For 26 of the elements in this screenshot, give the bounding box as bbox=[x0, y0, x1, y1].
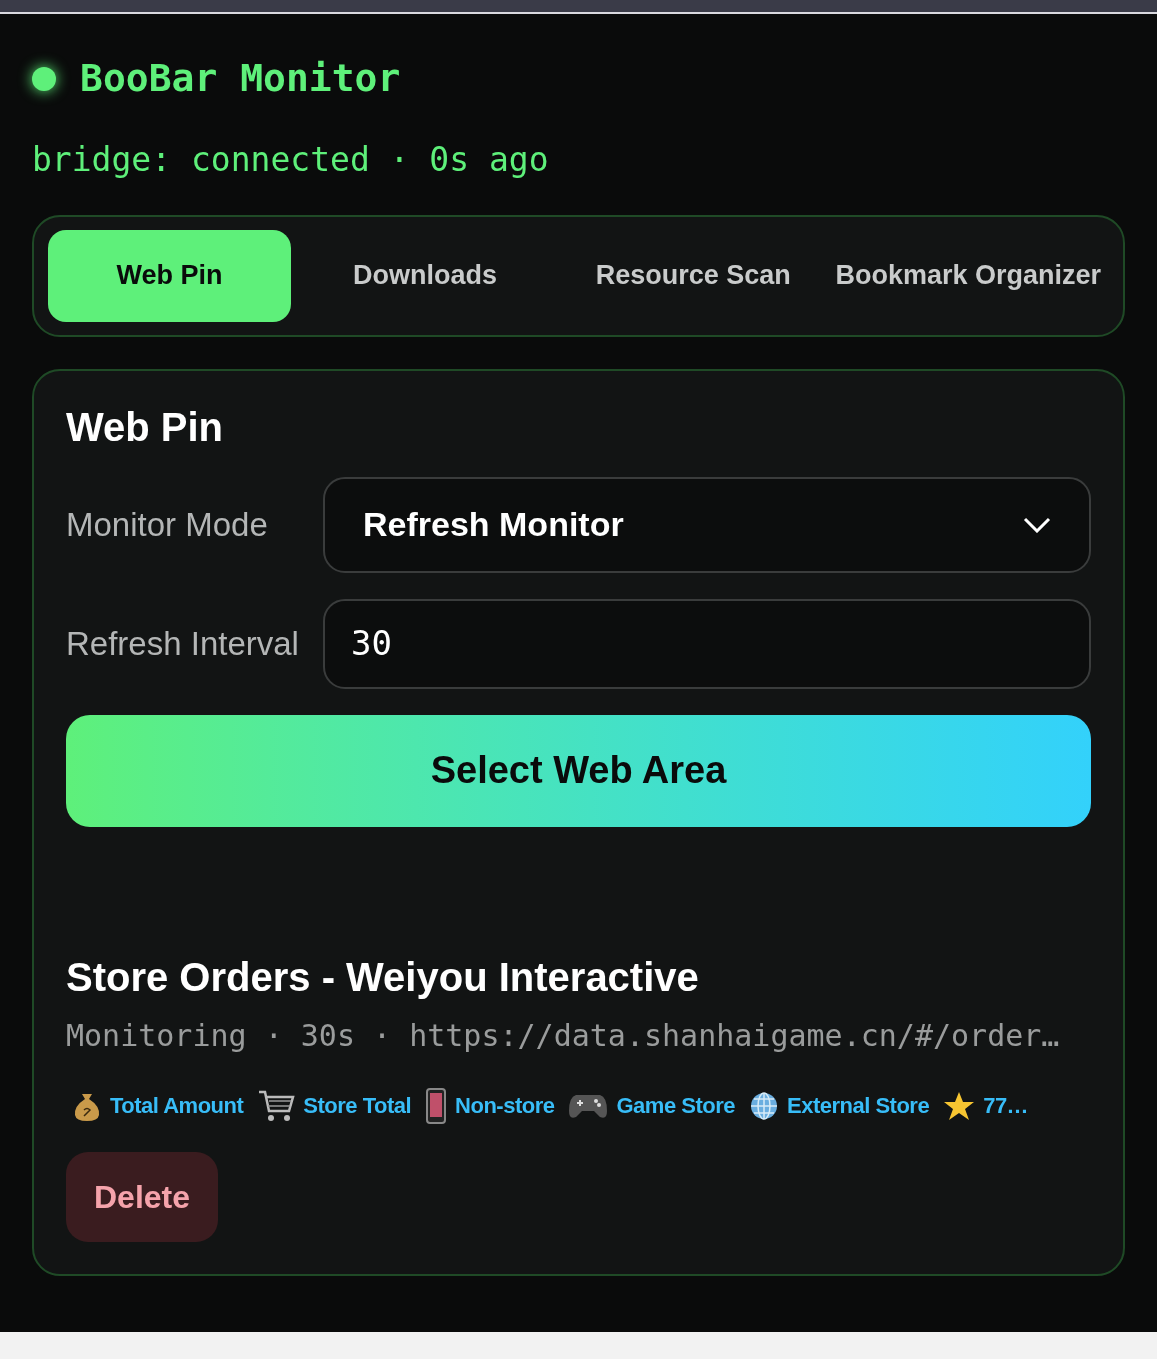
tab[interactable]: Bookmark Organizer bbox=[827, 229, 1109, 322]
bridge-status: bridge: connected · 0s ago bbox=[32, 139, 550, 181]
monitor-title: Store Orders - Weiyou Interactive bbox=[66, 956, 700, 997]
field-label: Refresh Interval bbox=[66, 623, 300, 664]
field-label: Monitor Mode bbox=[66, 504, 269, 545]
tab[interactable]: Downloads bbox=[291, 229, 560, 322]
chevron-down-icon bbox=[1023, 516, 1051, 533]
tab[interactable]: Web Pin bbox=[48, 229, 291, 322]
monitor-details: Monitoring · 30s · https://data.shanhaigame.cn/#/order… bbox=[66, 1016, 1061, 1055]
monitor-mode-dropdown[interactable]: Refresh Monitor bbox=[323, 476, 1091, 573]
app-title: BooBar Monitor bbox=[80, 55, 401, 102]
tab[interactable]: Resource Scan bbox=[559, 229, 828, 322]
panel-title: Web Pin bbox=[66, 406, 225, 447]
globe-icon bbox=[748, 1090, 779, 1121]
interval-input-field[interactable]: 30 bbox=[323, 598, 1091, 689]
select-area-button[interactable]: Select Web Area bbox=[66, 714, 1091, 827]
shopping-cart-icon bbox=[257, 1088, 296, 1123]
metric-label: 77… bbox=[983, 1092, 1029, 1120]
metric-label: External Store bbox=[786, 1092, 930, 1120]
star-icon bbox=[943, 1090, 976, 1121]
delete-button[interactable]: Delete bbox=[66, 1151, 219, 1242]
metric-label: Game Store bbox=[616, 1092, 735, 1120]
metric-label: Store Total bbox=[303, 1092, 412, 1120]
phone-icon bbox=[425, 1087, 448, 1124]
metric-label: Total Amount bbox=[110, 1092, 244, 1120]
metric-label: Non-store bbox=[455, 1092, 555, 1120]
